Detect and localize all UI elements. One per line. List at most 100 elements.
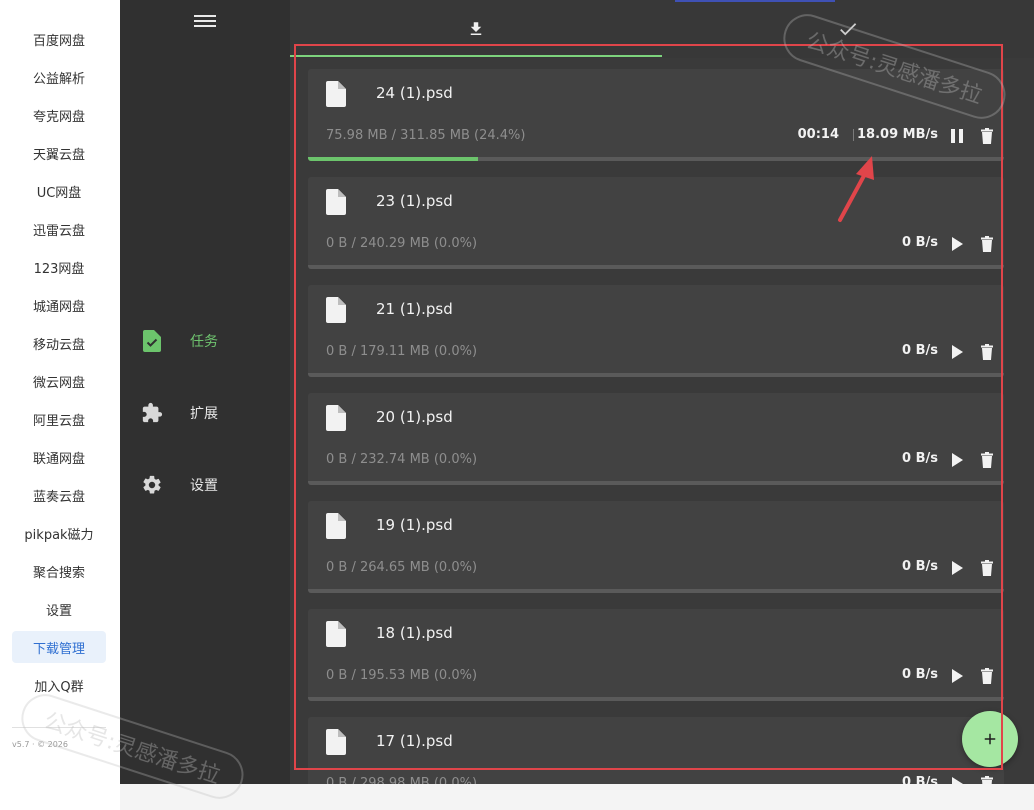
download-speed: 0 B/s	[902, 235, 938, 250]
file-name: 19 (1).psd	[376, 516, 453, 534]
progress-bar	[308, 589, 1004, 593]
app-side-nav: 任务 扩展 设置	[120, 0, 290, 784]
delete-button[interactable]	[978, 343, 996, 361]
download-size: 0 B / 240.29 MB (0.0%)	[326, 236, 478, 251]
file-icon	[326, 621, 346, 647]
bottom-strip	[120, 784, 1034, 810]
download-item[interactable]: 21 (1).psd 0 B / 179.11 MB (0.0%) 0 B/s	[308, 285, 1004, 377]
sidebar-item[interactable]: pikpak磁力	[12, 517, 106, 549]
nav-item-label: 任务	[190, 334, 218, 350]
sidebar-item[interactable]: 夸克网盘	[12, 99, 106, 131]
plus-icon	[984, 733, 996, 745]
hamburger-icon-bar	[194, 25, 216, 27]
trash-icon	[978, 344, 996, 365]
play-icon	[948, 561, 966, 581]
time-remaining: 00:14	[797, 127, 839, 142]
sidebar-item[interactable]: 迅雷云盘	[12, 213, 106, 245]
tab-completed[interactable]	[662, 0, 1034, 58]
puzzle-icon	[140, 401, 164, 425]
nav-item-extensions[interactable]: 扩展	[140, 395, 280, 431]
trash-icon	[978, 560, 996, 581]
download-size: 0 B / 264.65 MB (0.0%)	[326, 560, 478, 575]
nav-item-settings[interactable]: 设置	[140, 467, 280, 503]
delete-button[interactable]	[978, 559, 996, 577]
sidebar-item[interactable]: 天翼云盘	[12, 137, 106, 169]
delete-button[interactable]	[978, 235, 996, 253]
resume-button[interactable]	[948, 559, 966, 577]
progress-bar	[308, 157, 1004, 161]
download-speed: 0 B/s	[902, 559, 938, 574]
play-icon	[948, 237, 966, 257]
download-icon	[470, 22, 482, 35]
sidebar-item[interactable]: 123网盘	[12, 251, 106, 283]
file-icon	[326, 189, 346, 215]
file-name: 17 (1).psd	[376, 732, 453, 750]
active-tab-indicator	[290, 55, 662, 57]
sidebar-item[interactable]: 阿里云盘	[12, 403, 106, 435]
progress-bar	[308, 373, 1004, 377]
sidebar-item[interactable]: 蓝奏云盘	[12, 479, 106, 511]
download-speed: 0 B/s	[902, 343, 938, 358]
trash-icon	[978, 452, 996, 473]
sidebar-item[interactable]: 城通网盘	[12, 289, 106, 321]
delete-button[interactable]	[978, 667, 996, 685]
sidebar-item[interactable]: 公益解析	[12, 61, 106, 93]
sidebar-item[interactable]: 设置	[12, 593, 106, 625]
trash-icon	[978, 236, 996, 257]
delete-button[interactable]	[978, 127, 996, 145]
version-text: v5.7 · © 2026	[12, 740, 68, 749]
download-item[interactable]: 24 (1).psd 75.98 MB / 311.85 MB (24.4%) 00…	[308, 69, 1004, 161]
delete-button[interactable]	[978, 451, 996, 469]
download-item[interactable]: 19 (1).psd 0 B / 264.65 MB (0.0%) 0 B/s	[308, 501, 1004, 593]
download-speed: 0 B/s	[902, 667, 938, 682]
gear-icon	[140, 473, 164, 497]
delete-button[interactable]	[978, 775, 996, 784]
file-name: 24 (1).psd	[376, 84, 453, 102]
sidebar-item[interactable]: 百度网盘	[12, 23, 106, 55]
task-tabs	[290, 0, 1034, 58]
progress-bar	[308, 265, 1004, 269]
resume-button[interactable]	[948, 235, 966, 253]
trash-icon	[978, 128, 996, 149]
download-size: 0 B / 195.53 MB (0.0%)	[326, 668, 478, 683]
task-file-check-icon	[140, 329, 164, 353]
pause-button[interactable]	[948, 127, 966, 145]
download-manager-app: 任务 扩展 设置 24 (1).psd 75.98 MB / 311.85 MB…	[120, 0, 1034, 784]
resume-button[interactable]	[948, 451, 966, 469]
file-name: 20 (1).psd	[376, 408, 453, 426]
tab-downloading[interactable]	[290, 0, 662, 58]
menu-button[interactable]	[194, 12, 216, 30]
play-icon	[948, 453, 966, 473]
file-name: 21 (1).psd	[376, 300, 453, 318]
separator	[853, 129, 854, 141]
sidebar-item[interactable]: 移动云盘	[12, 327, 106, 359]
download-item[interactable]: 23 (1).psd 0 B / 240.29 MB (0.0%) 0 B/s	[308, 177, 1004, 269]
sidebar-item[interactable]: 加入Q群	[12, 669, 106, 701]
sidebar-item[interactable]: UC网盘	[12, 175, 106, 207]
nav-item-tasks[interactable]: 任务	[140, 323, 280, 359]
sidebar-item[interactable]: 下载管理	[12, 631, 106, 663]
file-name: 18 (1).psd	[376, 624, 453, 642]
trash-icon	[978, 668, 996, 689]
play-icon	[948, 345, 966, 365]
resume-button[interactable]	[948, 775, 966, 784]
sidebar-item[interactable]: 微云网盘	[12, 365, 106, 397]
sidebar-item[interactable]: 联通网盘	[12, 441, 106, 473]
sidebar-divider	[12, 727, 106, 728]
download-item[interactable]: 17 (1).psd 0 B / 298.98 MB (0.0%) 0 B/s	[308, 717, 1004, 784]
resume-button[interactable]	[948, 343, 966, 361]
file-icon	[326, 405, 346, 431]
resume-button[interactable]	[948, 667, 966, 685]
window-top-accent	[675, 0, 835, 2]
task-main-area: 24 (1).psd 75.98 MB / 311.85 MB (24.4%) 00…	[290, 0, 1034, 784]
download-item[interactable]: 20 (1).psd 0 B / 232.74 MB (0.0%) 0 B/s	[308, 393, 1004, 485]
file-name: 23 (1).psd	[376, 192, 453, 210]
add-task-button[interactable]	[962, 711, 1018, 767]
download-item[interactable]: 18 (1).psd 0 B / 195.53 MB (0.0%) 0 B/s	[308, 609, 1004, 701]
sidebar-item[interactable]: 聚合搜索	[12, 555, 106, 587]
hamburger-icon-bar	[194, 20, 216, 22]
download-speed: 0 B/s	[902, 451, 938, 466]
nav-item-label: 设置	[190, 478, 218, 494]
download-size: 0 B / 298.98 MB (0.0%)	[326, 776, 478, 784]
hamburger-icon-bar	[194, 15, 216, 17]
